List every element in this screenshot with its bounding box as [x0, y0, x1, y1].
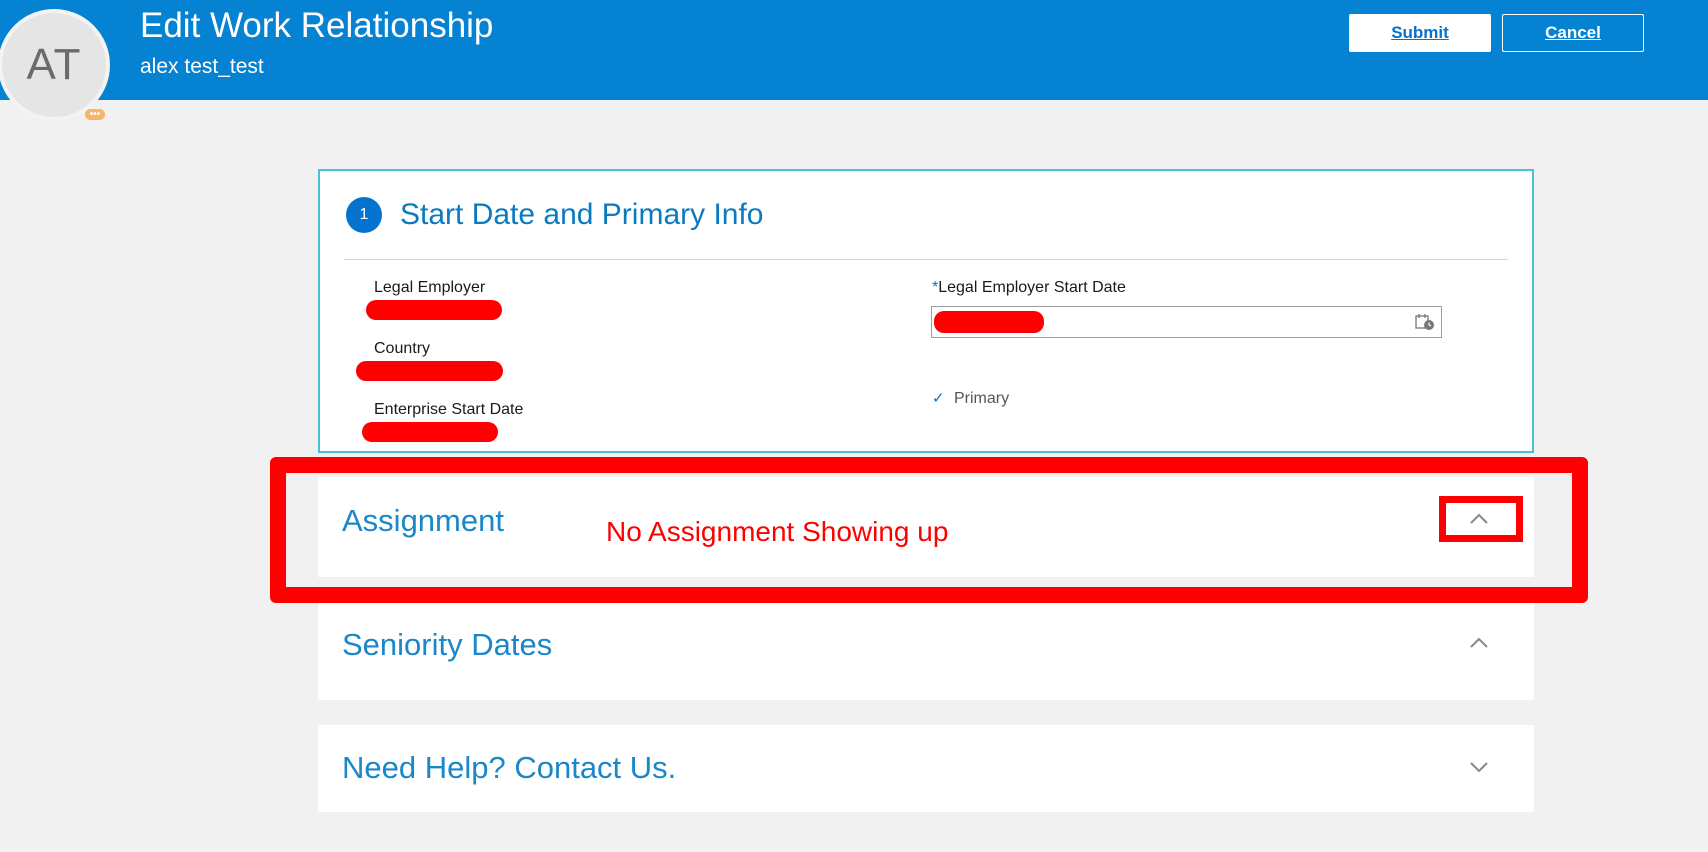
seniority-dates-section: Seniority Dates	[318, 603, 1534, 700]
chevron-down-icon[interactable]	[1468, 760, 1490, 774]
page-header: Edit Work Relationship alex test_test Su…	[0, 0, 1708, 100]
avatar-initials: AT	[26, 40, 82, 89]
legal-employer-start-date-input[interactable]	[931, 306, 1442, 338]
submit-button[interactable]: Sub m it	[1349, 14, 1491, 52]
need-help-section-title: Need Help? Contact Us.	[342, 750, 677, 785]
cancel-label-post: ancel	[1557, 23, 1601, 42]
legal-employer-start-date-label: *Legal Employer Start Date	[932, 279, 1126, 297]
calendar-icon[interactable]	[1415, 313, 1435, 331]
page-title: Edit Work Relationship	[140, 6, 494, 45]
step-number-badge: 1	[346, 197, 382, 233]
more-badge-icon[interactable]: •••	[85, 109, 105, 120]
submit-label-post: it	[1438, 23, 1449, 42]
person-name: alex test_test	[140, 55, 264, 78]
submit-label-pre: Sub	[1391, 23, 1424, 42]
legal-employer-start-date-label-text: Legal Employer Start Date	[938, 279, 1126, 296]
country-value-redacted	[356, 361, 503, 381]
submit-label-mnemonic: m	[1423, 23, 1439, 42]
cancel-label-mnemonic: C	[1545, 23, 1558, 42]
avatar[interactable]: AT	[0, 9, 110, 121]
country-label: Country	[374, 340, 431, 357]
annotation-chevron-box	[1439, 496, 1523, 542]
chevron-up-icon[interactable]	[1468, 635, 1490, 649]
cancel-button[interactable]: Cancel	[1502, 14, 1644, 52]
primary-check-icon[interactable]: ✓	[932, 389, 945, 407]
primary-label: Primary	[954, 390, 1010, 407]
start-date-primary-info-section: 1 Start Date and Primary Info Legal Empl…	[318, 169, 1534, 453]
enterprise-start-date-value-redacted	[362, 422, 498, 442]
need-help-section: Need Help? Contact Us.	[318, 725, 1534, 812]
enterprise-start-date-label: Enterprise Start Date	[374, 401, 524, 418]
seniority-dates-section-title: Seniority Dates	[342, 627, 553, 662]
divider	[344, 259, 1508, 260]
legal-employer-value-redacted	[366, 300, 502, 320]
annotation-text: No Assignment Showing up	[606, 516, 949, 547]
date-value-redacted	[934, 311, 1044, 333]
step-title: Start Date and Primary Info	[400, 198, 764, 231]
legal-employer-label: Legal Employer	[374, 279, 486, 296]
